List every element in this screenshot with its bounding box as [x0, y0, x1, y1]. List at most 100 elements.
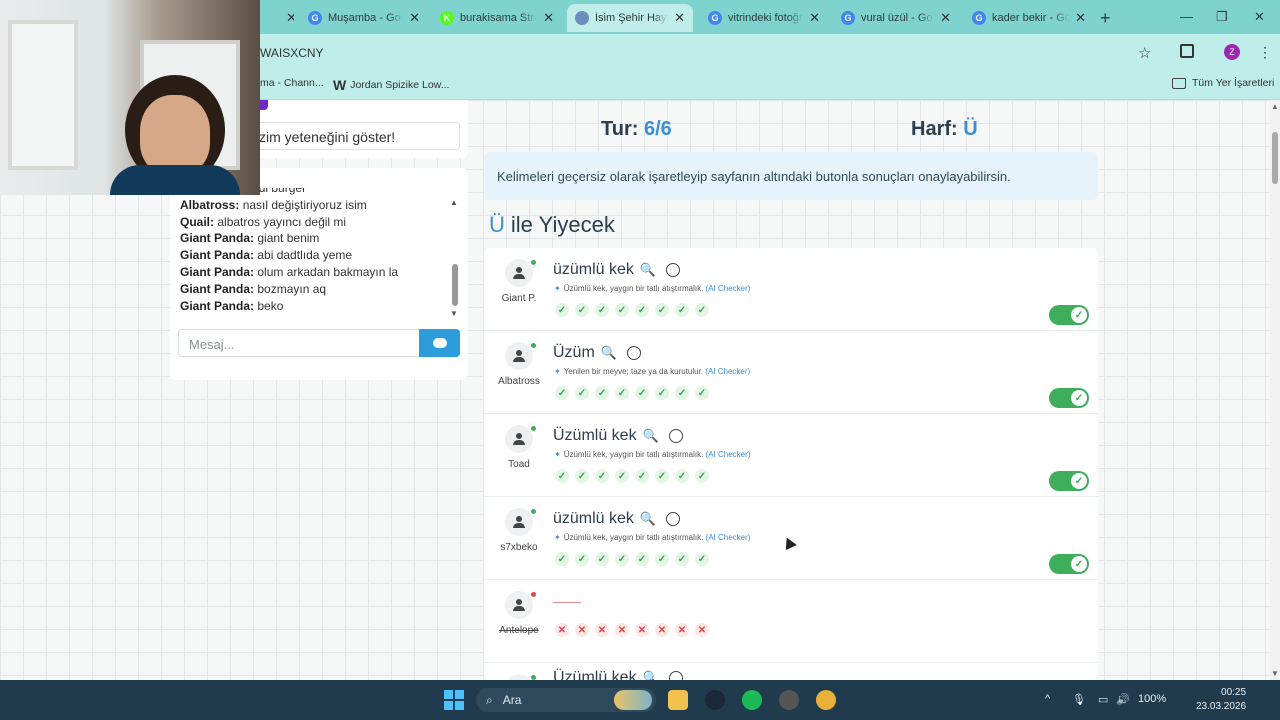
check-icon: ✓ — [655, 469, 669, 483]
search-icon[interactable]: 🔍 — [643, 670, 659, 680]
check-icon: ✓ — [575, 303, 589, 317]
answer-word: Üzümlü kek 🔍 — [553, 427, 683, 445]
check-icon: ✓ — [675, 303, 689, 317]
answer-word: Üzüm 🔍 — [553, 344, 641, 362]
clock-time: 00:25 — [1221, 687, 1247, 698]
bookmark-star-icon[interactable]: ☆ — [1138, 44, 1151, 62]
bookmark-item[interactable]: ma - Chann... — [260, 77, 324, 89]
chrome-icon[interactable] — [816, 690, 836, 710]
close-tab-icon[interactable]: ✕ — [674, 10, 685, 26]
tab-title: vitrindeki fotoğr — [728, 12, 803, 24]
close-tab-icon[interactable]: ✕ — [409, 10, 420, 26]
chat-input[interactable]: Mesaj... — [178, 329, 420, 357]
new-tab-button[interactable]: + — [1100, 8, 1111, 29]
close-tab-icon[interactable]: ✕ — [272, 4, 294, 32]
app-icon[interactable] — [779, 690, 799, 710]
chat-text: bozmayın aq — [257, 281, 327, 296]
bookmark-item[interactable]: W Jordan Spizike Low... — [333, 77, 449, 93]
tab-title: İsim Şehir Hayva — [595, 12, 668, 24]
all-bookmarks-label: Tüm Yer İşaretleri — [1192, 77, 1275, 89]
tab-4[interactable]: Gvitrindeki fotoğr ✕ — [700, 4, 828, 32]
tray-up-icon[interactable]: ^ — [1045, 693, 1050, 705]
send-button[interactable] — [419, 329, 460, 357]
close-tab-icon[interactable]: ✕ — [940, 10, 951, 26]
check-icon: ✓ — [595, 469, 609, 483]
validity-toggle[interactable]: ✓ — [1049, 305, 1089, 325]
avatar — [505, 259, 533, 287]
search-icon[interactable]: 🔍 — [640, 511, 656, 527]
mic-icon[interactable]: 🎙 — [1072, 693, 1086, 706]
google-icon: G — [708, 11, 722, 25]
check-icon: ✓ — [1071, 307, 1087, 323]
vote-list: ✓ ✓ ✓ ✓ ✓ ✓ ✓ ✓ — [555, 552, 715, 566]
steam-icon[interactable] — [705, 690, 725, 710]
check-icon: ✓ — [695, 303, 709, 317]
emoji-react-icon[interactable] — [666, 263, 681, 277]
clock[interactable]: 00:25 23.03.2026 — [1196, 686, 1246, 714]
emoji-react-icon[interactable] — [668, 671, 683, 680]
check-icon: ✓ — [675, 469, 689, 483]
chat-panel: Albatross: geldi burgerAlbatross: nasıl … — [170, 168, 468, 380]
check-icon: ✓ — [575, 469, 589, 483]
search-icon[interactable]: 🔍 — [601, 345, 617, 361]
display-icon[interactable]: ▭ — [1098, 693, 1108, 706]
page-scrollbar[interactable]: ▲ ▼ — [1270, 100, 1280, 680]
search-icon[interactable]: 🔍 — [643, 428, 659, 444]
tab-title: burakisama Stre — [460, 12, 538, 24]
answer-word: Üzümlü kek 🔍 — [553, 669, 683, 680]
ai-check-note: ✦ Üzümlü kek, yaygın bir tatlı atıştırmal… — [554, 450, 751, 459]
person-icon — [513, 267, 525, 279]
minimize-button[interactable]: — — [1180, 9, 1193, 24]
spotify-icon[interactable] — [742, 690, 762, 710]
tab-5[interactable]: Gvural üzül - Goo ✕ — [833, 4, 959, 32]
chat-text: albatros yayıncı değil mi — [217, 214, 347, 229]
battery-indicator[interactable]: 100% — [1138, 693, 1166, 705]
emoji-react-icon[interactable] — [626, 346, 641, 360]
browser-menu-icon[interactable]: ⋮ — [1258, 44, 1272, 61]
start-icon[interactable] — [444, 690, 464, 710]
check-icon: ✓ — [1071, 390, 1087, 406]
chat-text: giant benim — [257, 231, 320, 246]
avatar — [505, 425, 533, 453]
url-text[interactable]: WAISXCNY — [260, 46, 324, 60]
cross-icon: ✕ — [695, 623, 709, 637]
check-icon: ✓ — [555, 469, 569, 483]
search-icon: ⌕ — [486, 692, 493, 707]
chat-message: Quail: albatros yayıncı değil mi — [180, 214, 450, 231]
tab-6[interactable]: Gkader bekir - Go ✕ — [964, 4, 1094, 32]
search-icon[interactable]: 🔍 — [640, 262, 656, 278]
emoji-react-icon[interactable] — [668, 429, 683, 443]
validity-toggle[interactable]: ✓ — [1049, 388, 1089, 408]
close-tab-icon[interactable]: ✕ — [809, 10, 820, 26]
validity-toggle[interactable]: ✓ — [1049, 554, 1089, 574]
chat-username: Giant Panda: — [180, 281, 255, 296]
sparkle-icon: ✦ — [554, 284, 561, 293]
profile-avatar[interactable]: Z — [1224, 44, 1240, 60]
sparkle-icon: ✦ — [554, 450, 561, 459]
chat-message: Giant Panda: olum arkadan bakmayın la — [180, 264, 450, 281]
answer-word: üzümlü kek 🔍 — [553, 510, 681, 528]
check-icon: ✓ — [615, 469, 629, 483]
tab-2[interactable]: Kburakisama Stre ✕ — [432, 4, 562, 32]
person-icon — [513, 350, 525, 362]
cross-icon: ✕ — [655, 623, 669, 637]
folder-icon — [1172, 77, 1186, 89]
maximize-button[interactable]: ❐ — [1216, 9, 1228, 25]
tab-1[interactable]: G Muşamba - Goo ✕ — [300, 4, 428, 32]
all-bookmarks[interactable]: Tüm Yer İşaretleri — [1172, 77, 1274, 89]
file-explorer-icon[interactable] — [668, 690, 688, 710]
close-tab-icon[interactable]: ✕ — [1075, 10, 1086, 26]
category-title: Üile Yiyecek — [489, 212, 615, 237]
emoji-react-icon[interactable] — [666, 512, 681, 526]
close-window-button[interactable]: ✕ — [1254, 9, 1265, 25]
validity-toggle[interactable]: ✓ — [1049, 471, 1089, 491]
taskbar-search[interactable]: ⌕ Ara — [476, 688, 656, 712]
close-tab-icon[interactable]: ✕ — [543, 10, 554, 26]
extensions-icon[interactable] — [1180, 44, 1194, 58]
check-icon: ✓ — [615, 386, 629, 400]
chat-scrollbar[interactable]: ▲ ▼ — [450, 198, 460, 318]
volume-icon[interactable]: 🔊 — [1116, 693, 1130, 706]
tab-3[interactable]: İsim Şehir Hayva ✕ — [567, 4, 693, 32]
ai-check-note: ✦ Üzümlü kek, yaygın bir tatlı atıştırmal… — [554, 533, 751, 542]
answer-row: Giant P. üzümlü kek 🔍 ✦ Üzümlü kek, yaygın b… — [484, 248, 1098, 331]
